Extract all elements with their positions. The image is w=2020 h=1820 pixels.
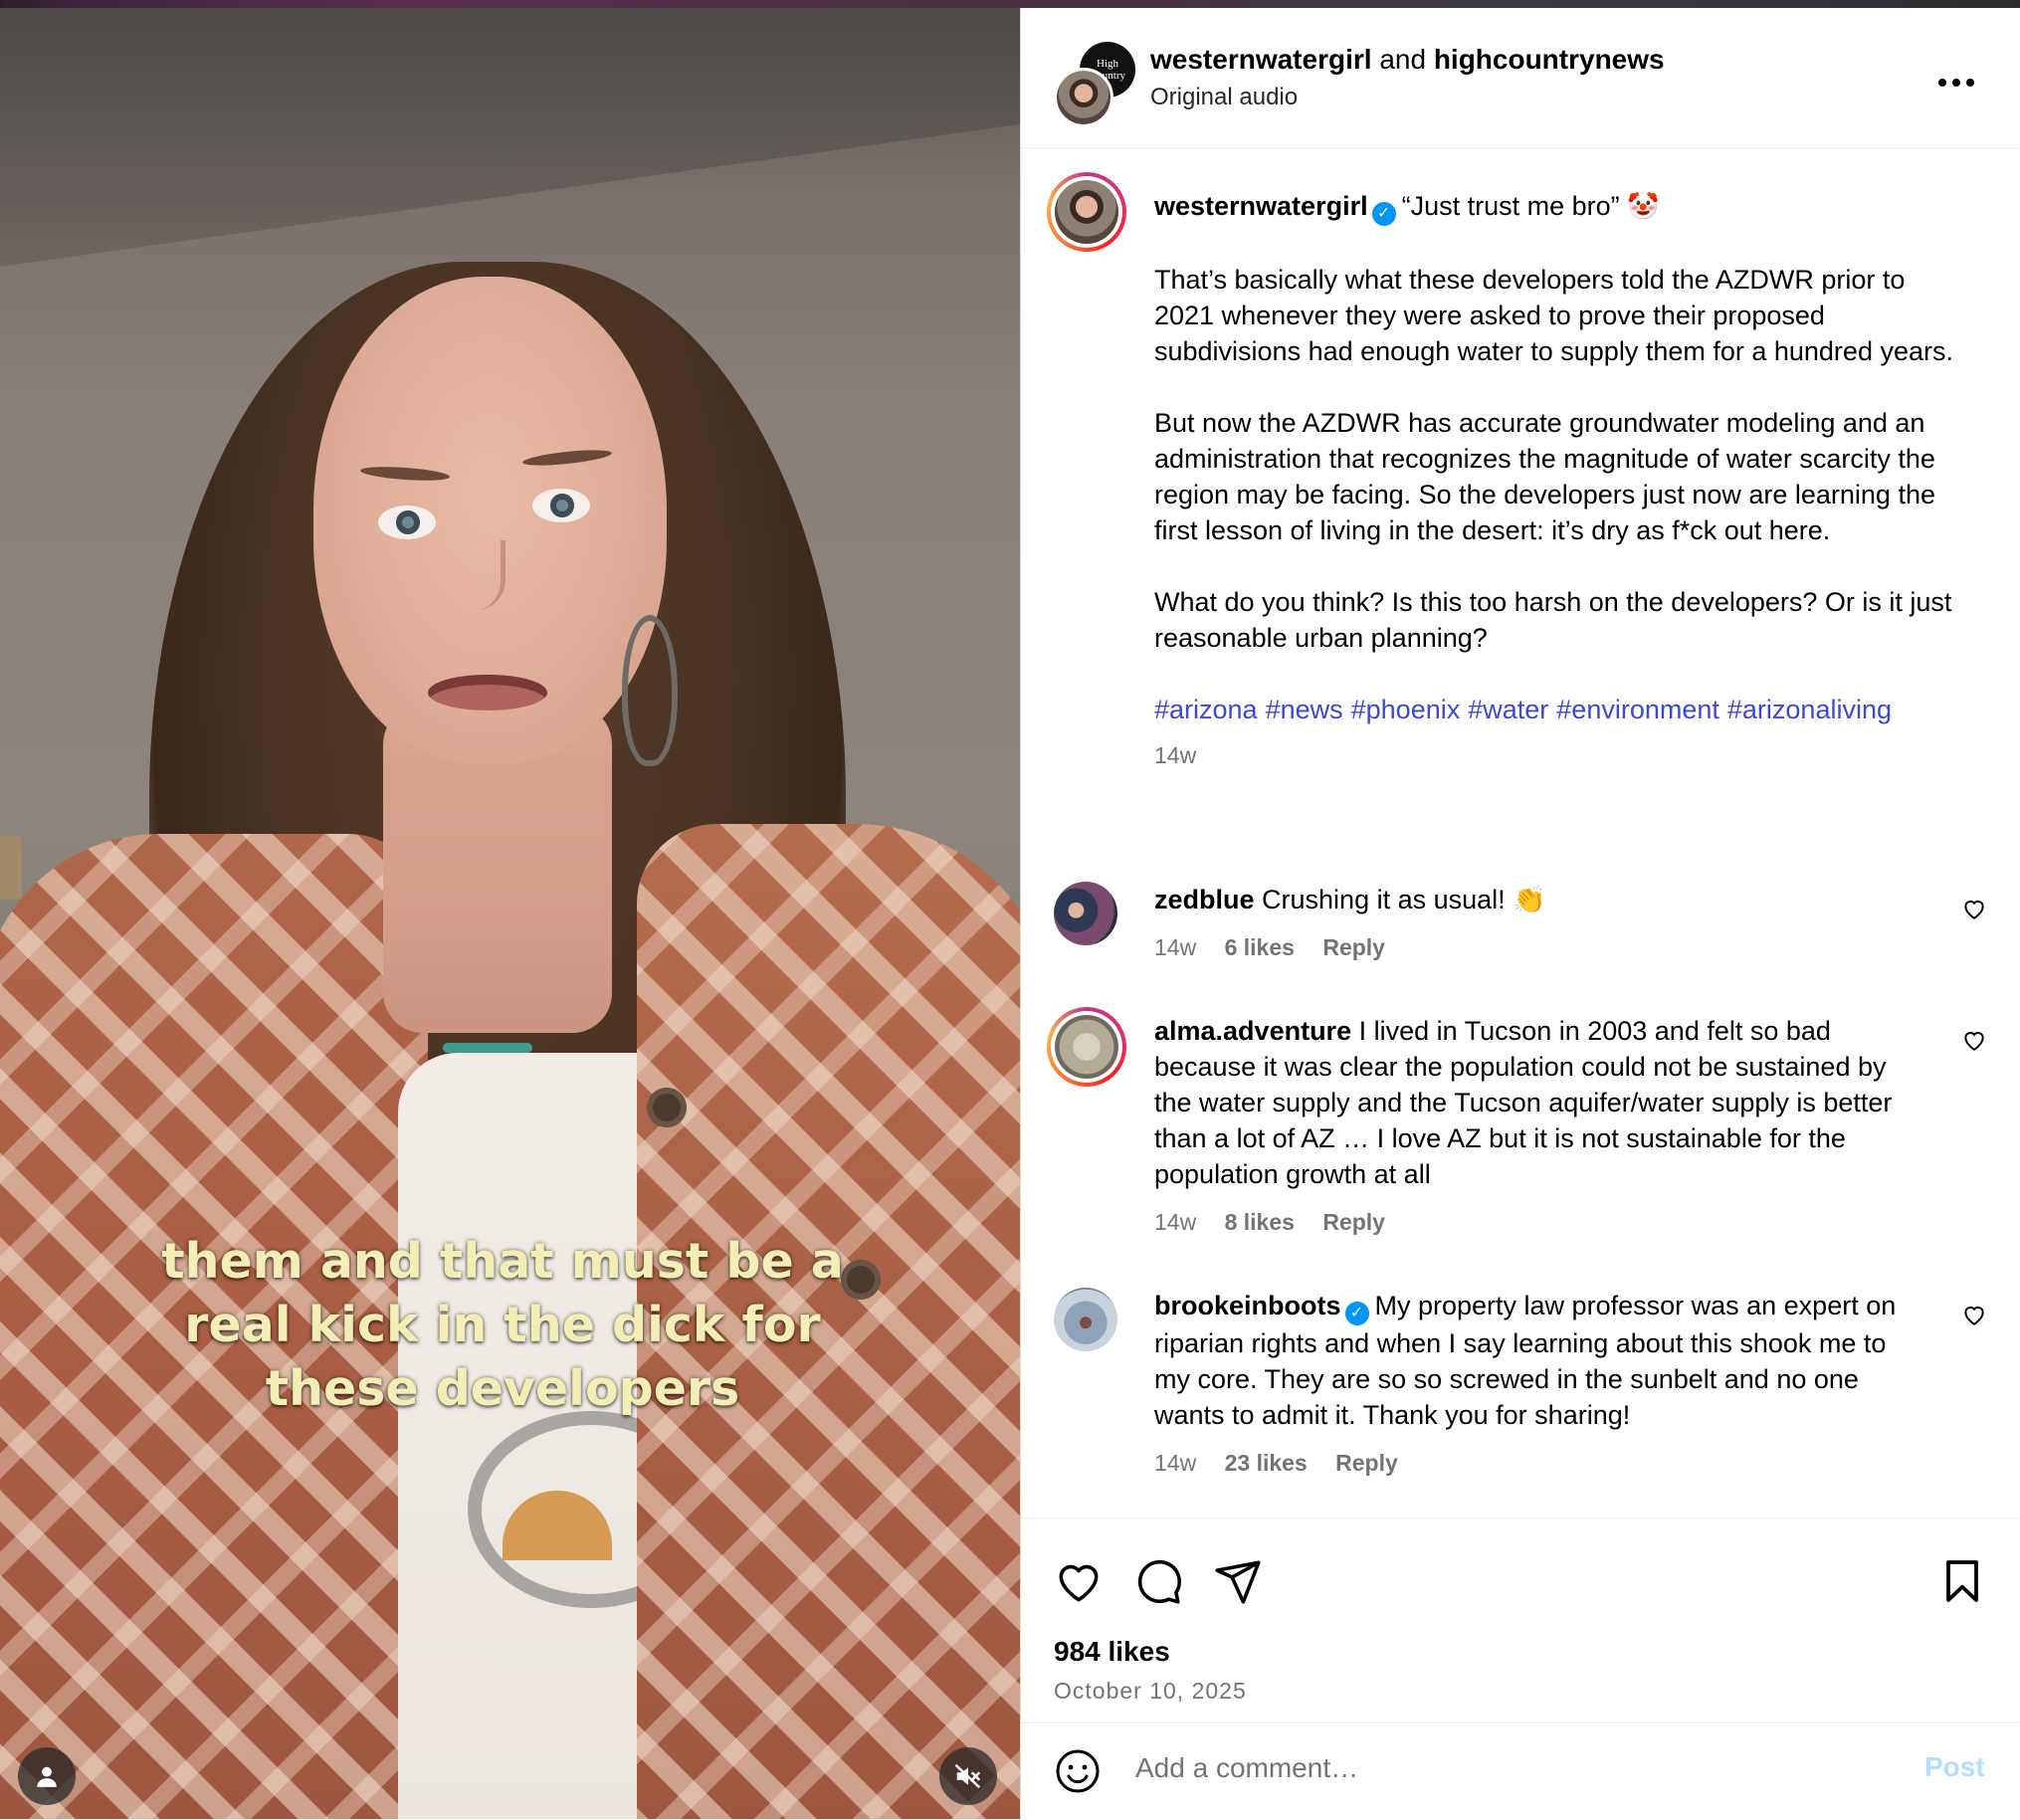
reel-video[interactable]: them and that must be a real kick in the… bbox=[0, 8, 1020, 1819]
hashtag-link[interactable]: #arizona bbox=[1154, 695, 1258, 724]
comment-body: zedblue Crushing it as usual! 👏 14w 6 li… bbox=[1154, 882, 1911, 965]
person-earring bbox=[622, 615, 678, 766]
post-authors: westernwatergirl and highcountrynews bbox=[1150, 40, 1665, 80]
clapping-emoji-icon: 👏 bbox=[1513, 885, 1546, 914]
commenter-username[interactable]: brookeinboots bbox=[1154, 1291, 1341, 1320]
caption-paragraph: But now the AZDWR has accurate groundwat… bbox=[1154, 408, 1935, 545]
emoji-smiley-icon[interactable] bbox=[1054, 1747, 1102, 1795]
caption-username[interactable]: westernwatergirl bbox=[1154, 191, 1368, 221]
eye-right bbox=[532, 489, 590, 522]
mute-toggle-button[interactable] bbox=[939, 1747, 997, 1805]
comment-meta: 14w 8 likes Reply bbox=[1154, 1204, 1911, 1240]
hashtag-link[interactable]: #water bbox=[1468, 695, 1548, 724]
comment-bubble-icon[interactable] bbox=[1133, 1556, 1183, 1606]
post-header: High Country westernwatergirl and highco… bbox=[1021, 8, 2020, 148]
author-primary-link[interactable]: westernwatergirl bbox=[1150, 44, 1372, 75]
comment-meta: 14w 6 likes Reply bbox=[1154, 929, 1911, 965]
post-comment-button[interactable]: Post bbox=[1924, 1751, 1985, 1783]
video-subtitle: them and that must be a real kick in the… bbox=[161, 1233, 844, 1417]
eye-left bbox=[378, 506, 436, 539]
person-necklace bbox=[443, 1043, 532, 1053]
clown-emoji-icon: 🤡 bbox=[1627, 191, 1660, 221]
hashtag-link[interactable]: #phoenix bbox=[1351, 695, 1461, 724]
caption-timestamp[interactable]: 14w bbox=[1154, 737, 1970, 773]
comment-likes[interactable]: 23 likes bbox=[1225, 1450, 1308, 1476]
post-likes-count[interactable]: 984 likes bbox=[1054, 1636, 1170, 1668]
wall-outlet bbox=[0, 836, 22, 900]
caption-body: westernwatergirl ✓ “Just trust me bro” 🤡 T… bbox=[1154, 188, 1970, 773]
comment-reply-button[interactable]: Reply bbox=[1322, 1209, 1385, 1235]
post-side-panel: High Country westernwatergirl and highco… bbox=[1020, 8, 2020, 1819]
comment-likes[interactable]: 6 likes bbox=[1225, 934, 1295, 960]
tagged-users-button[interactable] bbox=[18, 1747, 76, 1805]
caption-paragraph: That’s basically what these developers t… bbox=[1154, 265, 1953, 366]
caption-hashtags: #arizona #news #phoenix #water #environment #… bbox=[1154, 692, 1970, 727]
caption-paragraph: What do you think? Is this too harsh on … bbox=[1154, 587, 1952, 653]
commenter-avatar[interactable] bbox=[1054, 1288, 1117, 1351]
comment-text: Crushing it as usual! bbox=[1262, 885, 1506, 914]
hashtag-link[interactable]: #arizonaliving bbox=[1727, 695, 1892, 724]
bookmark-icon[interactable] bbox=[1938, 1556, 1986, 1606]
heart-icon[interactable] bbox=[1054, 1556, 1104, 1606]
add-comment-bar: Post bbox=[1021, 1722, 2020, 1820]
more-options-icon[interactable] bbox=[1936, 70, 1976, 90]
comment-timestamp[interactable]: 14w bbox=[1154, 1450, 1196, 1476]
comment-reply-button[interactable]: Reply bbox=[1335, 1450, 1398, 1476]
commenter-avatar[interactable] bbox=[1047, 1007, 1126, 1087]
wall-shadow bbox=[0, 8, 1020, 267]
muted-speaker-icon bbox=[954, 1763, 981, 1789]
caption-first-line: westernwatergirl ✓ “Just trust me bro” 🤡 bbox=[1154, 188, 1970, 226]
audio-link[interactable]: Original audio bbox=[1150, 84, 1298, 111]
comment-reply-button[interactable]: Reply bbox=[1322, 934, 1385, 960]
add-comment-input[interactable] bbox=[1133, 1751, 1834, 1785]
jacket-button bbox=[647, 1088, 687, 1127]
commenter-avatar[interactable] bbox=[1054, 882, 1117, 945]
verified-badge-icon: ✓ bbox=[1344, 1302, 1369, 1325]
collab-avatars[interactable]: High Country bbox=[1054, 42, 1143, 131]
caption-title: “Just trust me bro” bbox=[1401, 191, 1620, 221]
author-joiner: and bbox=[1379, 44, 1427, 75]
hashtag-link[interactable]: #news bbox=[1266, 695, 1343, 724]
comment-likes[interactable]: 8 likes bbox=[1225, 1209, 1295, 1235]
hashtag-link[interactable]: #environment bbox=[1556, 695, 1719, 724]
comment-timestamp[interactable]: 14w bbox=[1154, 934, 1196, 960]
top-strip bbox=[0, 0, 2020, 8]
author-secondary-link[interactable]: highcountrynews bbox=[1434, 44, 1665, 75]
heart-icon[interactable] bbox=[1961, 1027, 1987, 1053]
verified-badge-icon: ✓ bbox=[1371, 202, 1396, 226]
commenter-username[interactable]: zedblue bbox=[1154, 885, 1255, 914]
westernwatergirl-avatar[interactable] bbox=[1054, 68, 1113, 127]
person-mouth bbox=[428, 675, 547, 710]
comment-body: alma.adventure I lived in Tucson in 2003… bbox=[1154, 1013, 1911, 1240]
comment-timestamp[interactable]: 14w bbox=[1154, 1209, 1196, 1235]
caption-avatar[interactable] bbox=[1047, 172, 1126, 252]
heart-icon[interactable] bbox=[1961, 1302, 1987, 1327]
paper-plane-icon[interactable] bbox=[1213, 1556, 1263, 1606]
post-date: October 10, 2025 bbox=[1054, 1678, 1247, 1704]
comment-meta: 14w 23 likes Reply bbox=[1154, 1445, 1911, 1481]
person-icon bbox=[37, 1766, 57, 1787]
commenter-username[interactable]: alma.adventure bbox=[1154, 1016, 1351, 1046]
heart-icon[interactable] bbox=[1961, 896, 1987, 921]
comment-body: brookeinboots ✓ My property law professor … bbox=[1154, 1288, 1911, 1481]
